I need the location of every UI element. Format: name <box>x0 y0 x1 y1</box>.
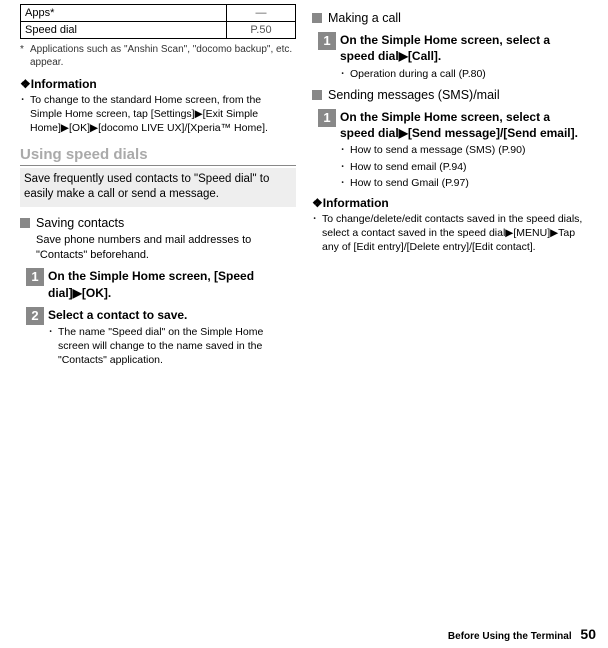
table-row: Apps* ― <box>21 5 296 22</box>
using-speed-dials-heading: Using speed dials <box>20 146 296 166</box>
cell-apps-ref: ― <box>227 5 296 22</box>
step-sub-text: Operation during a call (P.80) <box>350 67 486 81</box>
footer-text: Before Using the Terminal <box>448 631 572 642</box>
step-num-wrap: 1 <box>318 109 340 190</box>
step-sub-text: The name "Speed dial" on the Simple Home… <box>58 325 296 368</box>
step-sub-text: How to send email (P.94) <box>350 160 467 174</box>
table-footnote: * Applications such as "Anshin Scan", "d… <box>20 43 296 69</box>
step-2: 2 Select a contact to save. ･ The name "… <box>26 307 296 368</box>
step-body: Select a contact to save. ･ The name "Sp… <box>48 307 296 368</box>
right-column: Making a call 1 On the Simple Home scree… <box>304 4 596 612</box>
info2-list: ･ To change/delete/edit contacts saved i… <box>312 212 588 255</box>
square-icon <box>312 13 322 23</box>
dot-marker: ･ <box>340 160 350 174</box>
table-row: Speed dial P.50 <box>21 22 296 39</box>
page-number: 50 <box>580 626 596 642</box>
square-icon <box>312 90 322 100</box>
step-call: 1 On the Simple Home screen, select a sp… <box>318 32 588 81</box>
page-content: Apps* ― Speed dial P.50 * Applications s… <box>0 0 608 620</box>
dot-marker: ･ <box>340 143 350 157</box>
dot-marker: ･ <box>48 325 58 368</box>
page-footer: Before Using the Terminal 50 <box>448 626 596 642</box>
sending-messages-heading: Sending messages (SMS)/mail <box>312 87 588 103</box>
sending-heading-text: Sending messages (SMS)/mail <box>328 87 500 103</box>
step-sub: ･ How to send email (P.94) <box>340 160 588 174</box>
step-body: On the Simple Home screen, select a spee… <box>340 109 588 190</box>
step-num-wrap: 1 <box>318 32 340 81</box>
cell-speed-ref: P.50 <box>227 22 296 39</box>
bullet-text: To change to the standard Home screen, f… <box>30 93 296 136</box>
saving-contacts-heading: Saving contacts <box>20 215 296 231</box>
step-sub: ･ How to send Gmail (P.97) <box>340 176 588 190</box>
square-icon <box>20 218 30 228</box>
using-desc: Save frequently used contacts to "Speed … <box>20 168 296 207</box>
step-sub: ･ Operation during a call (P.80) <box>340 67 588 81</box>
footnote-text: Applications such as "Anshin Scan", "doc… <box>30 43 296 69</box>
step-num-wrap: 1 <box>26 268 48 300</box>
making-call-heading: Making a call <box>312 10 588 26</box>
step-title: On the Simple Home screen, select a spee… <box>340 109 588 141</box>
step-body: On the Simple Home screen, select a spee… <box>340 32 588 81</box>
bullet-text: To change/delete/edit contacts saved in … <box>322 212 588 255</box>
info-heading: ❖Information <box>20 77 296 91</box>
bullet-marker: ･ <box>20 93 30 136</box>
step-title: On the Simple Home screen, select a spee… <box>340 32 588 64</box>
step-sub: ･ The name "Speed dial" on the Simple Ho… <box>48 325 296 368</box>
making-heading-text: Making a call <box>328 10 401 26</box>
left-column: Apps* ― Speed dial P.50 * Applications s… <box>12 4 304 612</box>
step-number: 1 <box>26 268 44 286</box>
step-sub-text: How to send Gmail (P.97) <box>350 176 469 190</box>
info-bullet: ･ To change to the standard Home screen,… <box>20 93 296 136</box>
step-1: 1 On the Simple Home screen, [Speed dial… <box>26 268 296 300</box>
info2-heading: ❖Information <box>312 196 588 210</box>
info2-bullet: ･ To change/delete/edit contacts saved i… <box>312 212 588 255</box>
step-num-wrap: 2 <box>26 307 48 368</box>
step-title: Select a contact to save. <box>48 307 296 323</box>
apps-table: Apps* ― Speed dial P.50 <box>20 4 296 39</box>
step-sub-text: How to send a message (SMS) (P.90) <box>350 143 525 157</box>
footnote-marker: * <box>20 43 30 69</box>
step-number: 2 <box>26 307 44 325</box>
dot-marker: ･ <box>340 67 350 81</box>
dot-marker: ･ <box>340 176 350 190</box>
step-send: 1 On the Simple Home screen, select a sp… <box>318 109 588 190</box>
step-body: On the Simple Home screen, [Speed dial]▶… <box>48 268 296 300</box>
info-list: ･ To change to the standard Home screen,… <box>20 93 296 136</box>
saving-heading-text: Saving contacts <box>36 215 124 231</box>
step-sub: ･ How to send a message (SMS) (P.90) <box>340 143 588 157</box>
cell-apps-label: Apps* <box>21 5 227 22</box>
step-number: 1 <box>318 32 336 50</box>
bullet-marker: ･ <box>312 212 322 255</box>
saving-desc: Save phone numbers and mail addresses to… <box>36 233 296 263</box>
step-title: On the Simple Home screen, [Speed dial]▶… <box>48 268 296 300</box>
cell-speed-label: Speed dial <box>21 22 227 39</box>
step-number: 1 <box>318 109 336 127</box>
